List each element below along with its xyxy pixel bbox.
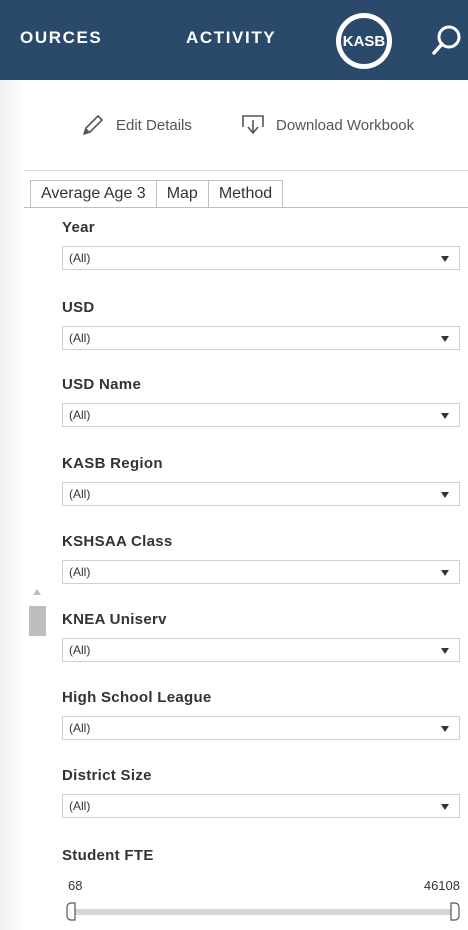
district-size-dropdown[interactable]: (All) [62, 794, 460, 818]
chevron-down-icon [441, 726, 449, 732]
slider-handle-right[interactable] [450, 902, 460, 921]
nav-item-activity[interactable]: ACTIVITY [186, 28, 276, 48]
filter-label: KNEA Uniserv [62, 611, 167, 628]
dropdown-value: (All) [69, 487, 91, 501]
filter-label: Year [62, 219, 95, 236]
filter-label: High School League [62, 689, 212, 706]
range-max-value: 46108 [423, 878, 460, 893]
knea-uniserv-dropdown[interactable]: (All) [62, 638, 460, 662]
pencil-icon [83, 115, 103, 135]
chevron-down-icon [441, 256, 449, 262]
download-icon [242, 115, 264, 135]
edit-details-label: Edit Details [116, 116, 192, 134]
left-shadow [0, 80, 24, 930]
dropdown-value: (All) [69, 331, 91, 345]
sheet-tabs: Average Age 3 Map Method [30, 180, 284, 208]
tab-average-age-3[interactable]: Average Age 3 [30, 180, 157, 208]
nav-item-resources[interactable]: OURCES [20, 28, 102, 48]
filter-high-school-league: High School League (All) [62, 688, 460, 740]
toolbar-divider [24, 170, 468, 171]
tab-method[interactable]: Method [208, 180, 284, 208]
filter-label: Student FTE [62, 847, 154, 864]
dropdown-value: (All) [69, 643, 91, 657]
filter-label: USD [62, 299, 95, 316]
filter-usd: USD (All) [62, 298, 460, 350]
edit-details-button[interactable]: Edit Details [80, 112, 192, 138]
scrollbar-thumb[interactable] [29, 606, 46, 636]
chevron-down-icon [441, 413, 449, 419]
filter-label: KSHSAA Class [62, 533, 173, 550]
filter-kshsaa-class: KSHSAA Class (All) [62, 532, 460, 584]
filter-district-size: District Size (All) [62, 766, 460, 818]
range-min-value: 68 [68, 878, 83, 893]
kasb-region-dropdown[interactable]: (All) [62, 482, 460, 506]
chevron-down-icon [441, 570, 449, 576]
usd-name-dropdown[interactable]: (All) [62, 403, 460, 427]
tab-map[interactable]: Map [156, 180, 209, 208]
top-nav-bar: OURCES ACTIVITY KASB [0, 0, 468, 80]
dropdown-value: (All) [69, 721, 91, 735]
high-school-league-dropdown[interactable]: (All) [62, 716, 460, 740]
download-workbook-label: Download Workbook [276, 116, 415, 134]
student-fte-filter: Student FTE 68 46108 [62, 846, 460, 926]
dropdown-value: (All) [69, 565, 91, 579]
dropdown-value: (All) [69, 251, 91, 265]
dropdown-value: (All) [69, 799, 91, 813]
usd-dropdown[interactable]: (All) [62, 326, 460, 350]
chevron-down-icon [441, 492, 449, 498]
filter-knea-uniserv: KNEA Uniserv (All) [62, 610, 460, 662]
year-dropdown[interactable]: (All) [62, 246, 460, 270]
filter-usd-name: USD Name (All) [62, 375, 460, 427]
tabs-baseline [24, 207, 468, 208]
dropdown-value: (All) [69, 408, 91, 422]
kasb-logo[interactable]: KASB [336, 13, 392, 69]
slider-handle-left[interactable] [66, 902, 76, 921]
download-workbook-button[interactable]: Download Workbook [240, 112, 414, 138]
filter-kasb-region: KASB Region (All) [62, 454, 460, 506]
logo-text: KASB [339, 16, 389, 66]
filter-label: USD Name [62, 376, 142, 393]
chevron-down-icon [441, 648, 449, 654]
filter-label: District Size [62, 767, 152, 784]
scroll-up-arrow-icon[interactable] [33, 589, 41, 595]
filter-label: KASB Region [62, 455, 163, 472]
kshsaa-class-dropdown[interactable]: (All) [62, 560, 460, 584]
filter-year: Year (All) [62, 218, 460, 270]
chevron-down-icon [441, 336, 449, 342]
search-icon[interactable] [430, 23, 464, 57]
slider-track[interactable] [70, 909, 452, 915]
chevron-down-icon [441, 804, 449, 810]
